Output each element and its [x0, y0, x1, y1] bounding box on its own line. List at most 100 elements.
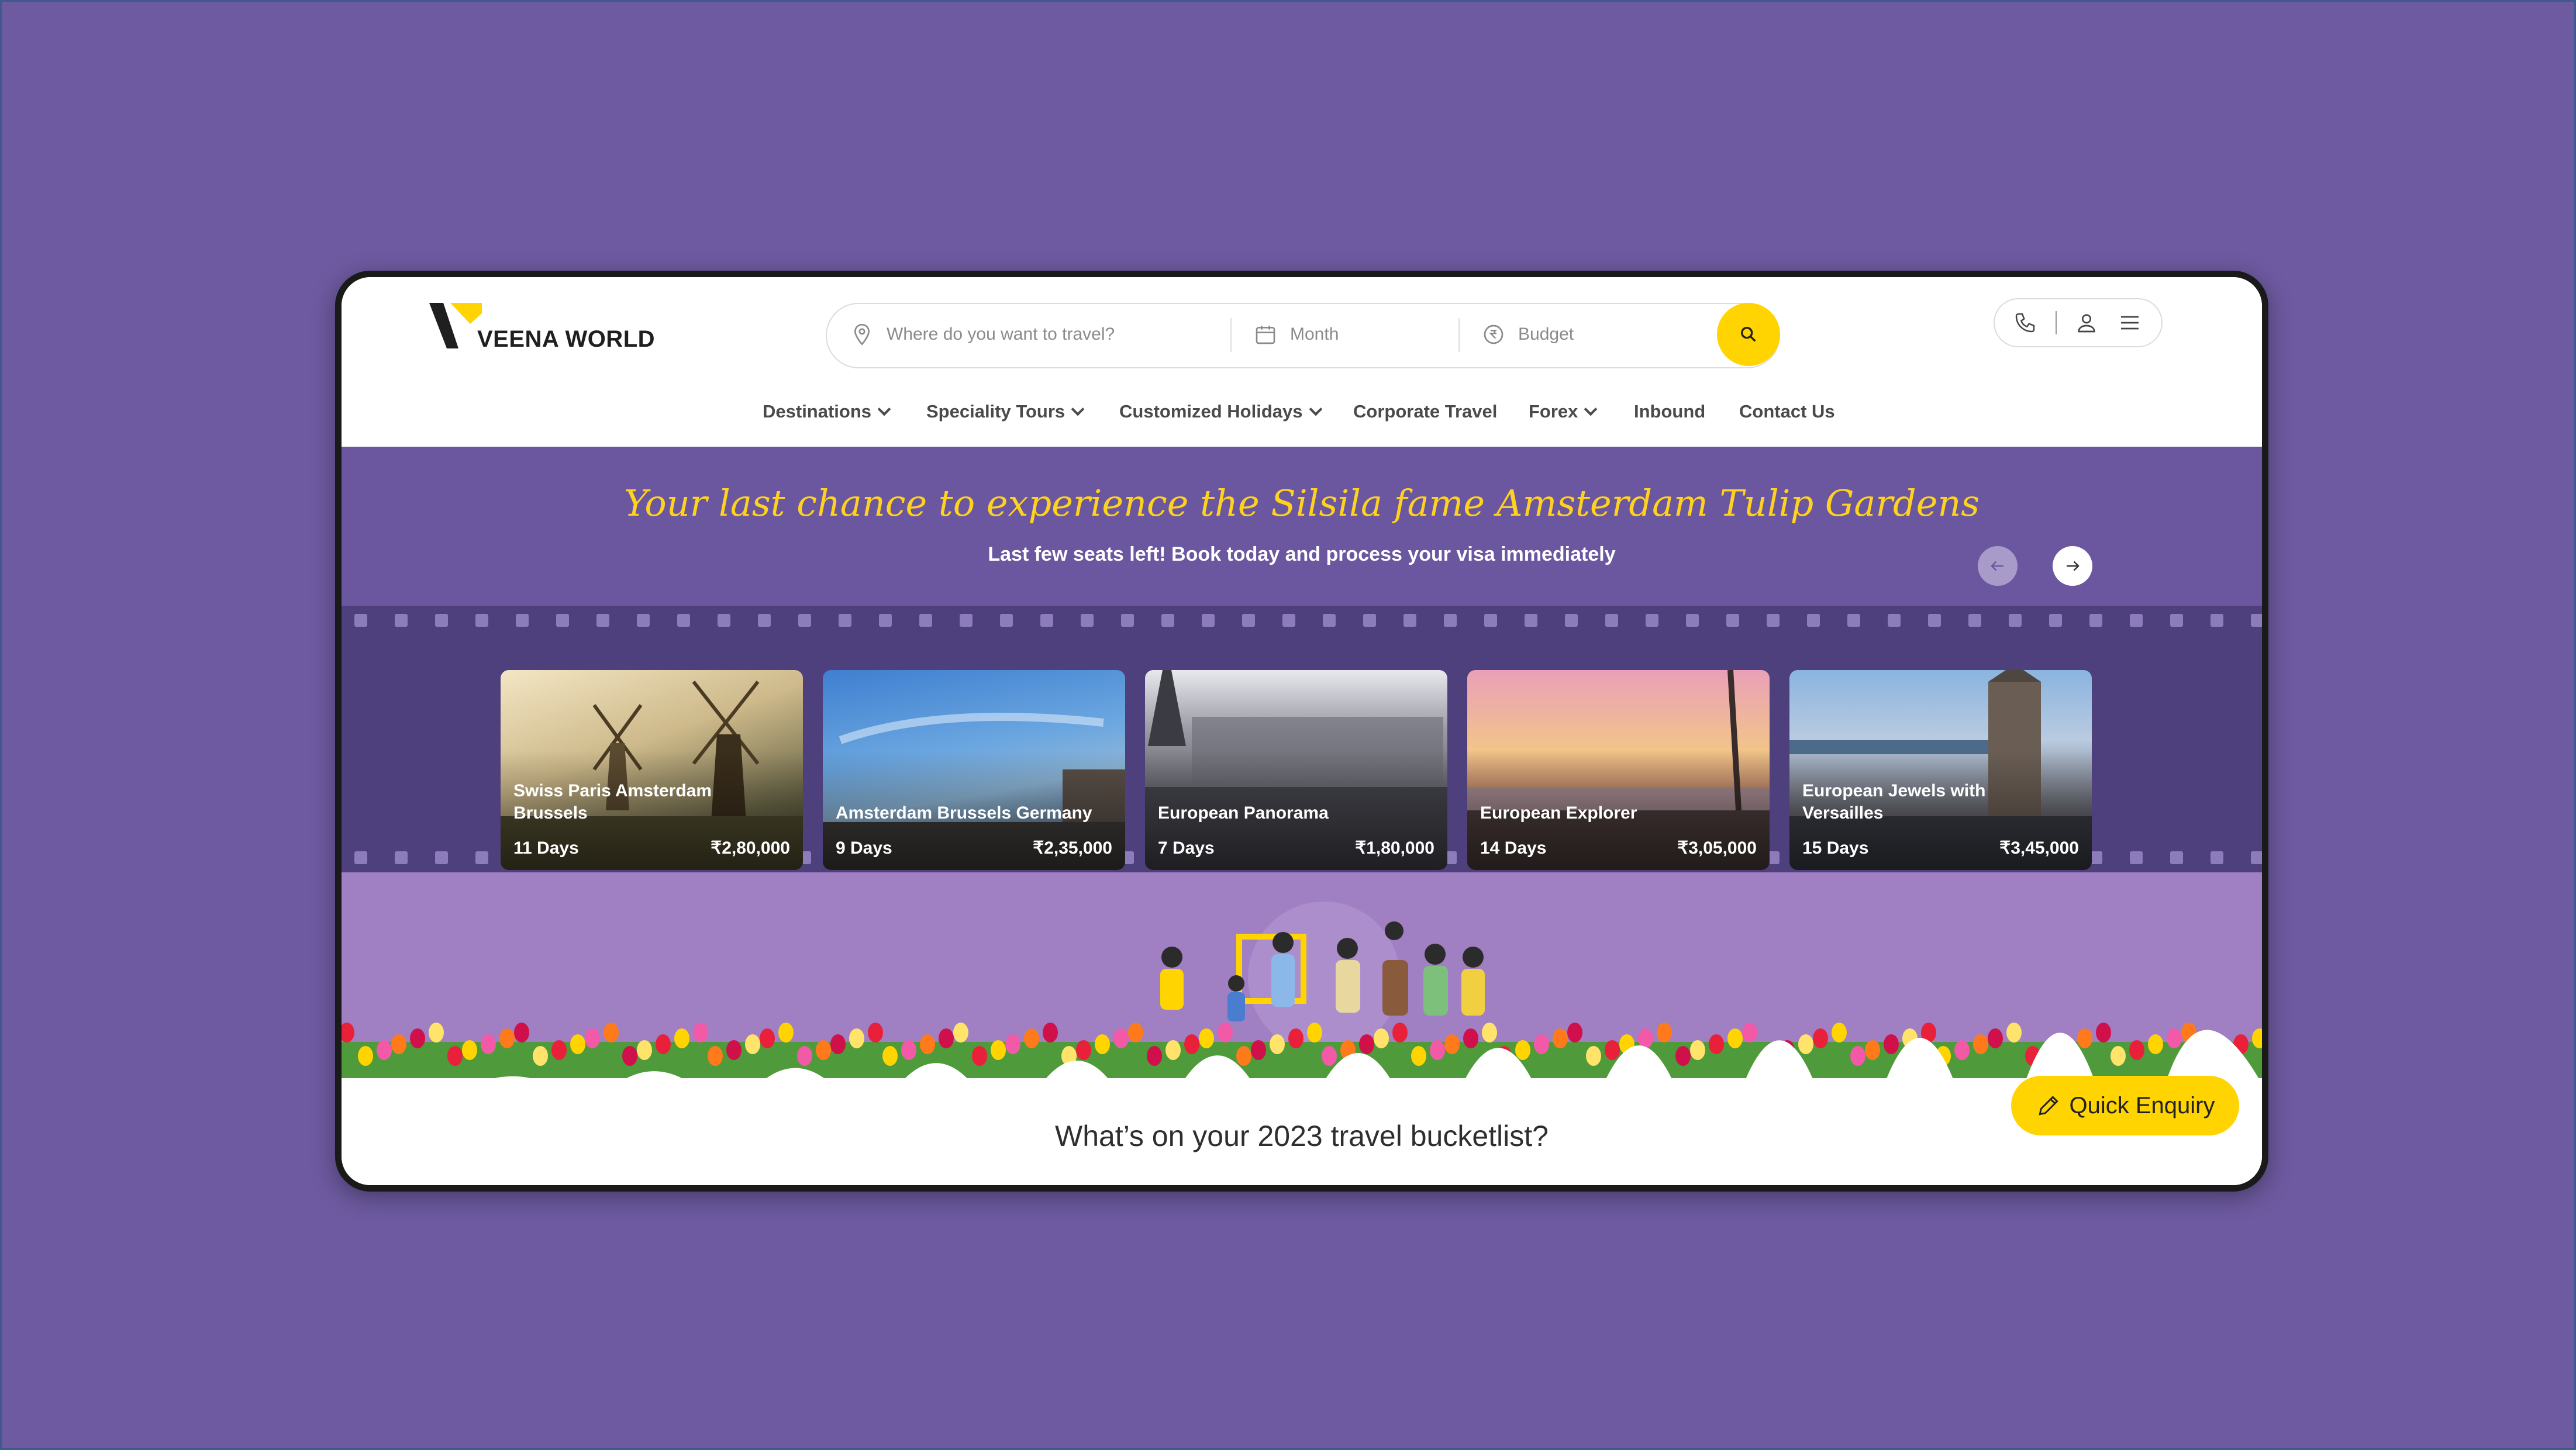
month-field[interactable]: Month — [1254, 304, 1453, 365]
nav-forex[interactable]: Forex — [1529, 401, 1598, 422]
film-hole — [1081, 614, 1094, 627]
site-header: VEENA WORLD Where do you want to travel?… — [342, 277, 2262, 447]
film-hole — [2130, 614, 2143, 627]
film-hole — [677, 614, 690, 627]
tour-price: ₹3,45,000 — [1999, 838, 2079, 858]
nav-speciality-tours[interactable]: Speciality Tours — [926, 401, 1085, 422]
tulip-flower — [1322, 1046, 1337, 1066]
tour-card[interactable]: European Explorer 14 Days ₹3,05,000 — [1467, 670, 1770, 870]
tulip-flower — [901, 1040, 916, 1060]
tulip-flower — [1973, 1034, 1988, 1054]
tulip-flower — [1236, 1046, 1251, 1066]
film-hole — [435, 851, 448, 864]
tour-days: 9 Days — [836, 838, 892, 858]
chevron-down-icon — [1309, 402, 1322, 416]
film-hole — [1363, 614, 1376, 627]
nav-label: Speciality Tours — [926, 401, 1065, 422]
tulip-flower — [1374, 1028, 1389, 1048]
tulip-flower — [868, 1023, 883, 1042]
tour-card[interactable]: Swiss Paris Amsterdam Brussels 11 Days ₹… — [501, 670, 803, 870]
destination-field[interactable]: Where do you want to travel? — [850, 304, 1213, 365]
tulip-flower — [1709, 1034, 1724, 1054]
film-hole — [758, 614, 771, 627]
tulip-flower — [1095, 1034, 1110, 1054]
tour-title: European Panorama — [1158, 803, 1329, 823]
film-hole — [1807, 614, 1820, 627]
tulip-flower — [1218, 1023, 1233, 1042]
tulip-flower — [410, 1028, 425, 1048]
film-hole — [2049, 614, 2062, 627]
tulip-flower — [708, 1046, 723, 1066]
utility-menu — [1994, 298, 2163, 347]
nav-destinations[interactable]: Destinations — [763, 401, 891, 422]
budget-placeholder: Budget — [1518, 324, 1574, 344]
film-hole — [879, 614, 892, 627]
film-hole — [718, 614, 730, 627]
tour-title: Swiss Paris Amsterdam Brussels — [513, 781, 712, 823]
tulip-flower — [1005, 1034, 1020, 1054]
nav-label: Contact Us — [1739, 401, 1835, 422]
search-icon — [1740, 326, 1756, 342]
nav-label: Customized Holidays — [1119, 401, 1303, 422]
tulip-flower — [1553, 1028, 1568, 1048]
rupee-icon — [1484, 324, 1503, 344]
menu-icon[interactable] — [2117, 311, 2143, 334]
film-hole — [1242, 614, 1255, 627]
brand-logo[interactable]: VEENA WORLD — [429, 301, 675, 359]
carousel-next-button[interactable] — [2053, 546, 2092, 586]
film-hole — [2211, 614, 2223, 627]
tour-card[interactable]: European Panorama 7 Days ₹1,80,000 — [1145, 670, 1447, 870]
tulip-flower — [585, 1028, 600, 1048]
chevron-down-icon — [877, 402, 891, 416]
film-hole — [2251, 614, 2262, 627]
film-hole — [1444, 614, 1457, 627]
quick-enquiry-button[interactable]: Quick Enquiry — [2011, 1076, 2239, 1135]
nav-corporate-travel[interactable]: Corporate Travel — [1353, 401, 1497, 422]
film-hole — [395, 851, 408, 864]
tulip-flower — [1359, 1034, 1374, 1054]
tulip-flower — [1270, 1034, 1285, 1054]
tulip-flower — [2148, 1034, 2163, 1054]
tulip-flower — [991, 1040, 1006, 1060]
tour-days: 11 Days — [513, 838, 579, 858]
promo-banner: Your last chance to experience the Silsi… — [342, 447, 2262, 606]
tulip-flower — [391, 1034, 406, 1054]
film-hole — [354, 614, 367, 627]
film-hole — [1282, 614, 1295, 627]
nav-customized-holidays[interactable]: Customized Holidays — [1119, 401, 1322, 422]
calendar-icon — [1256, 326, 1275, 344]
film-hole — [2009, 614, 2022, 627]
tour-days: 15 Days — [1802, 838, 1869, 858]
tulip-flower — [533, 1046, 548, 1066]
tulip-flower — [358, 1046, 373, 1066]
user-icon[interactable] — [2075, 311, 2098, 334]
nav-label: Inbound — [1634, 401, 1706, 422]
budget-field[interactable]: Budget — [1482, 304, 1704, 365]
main-nav: Destinations Speciality Tours Customized… — [342, 394, 2262, 435]
tulip-flower — [551, 1040, 567, 1060]
tulip-flower — [939, 1028, 954, 1048]
film-hole — [1968, 614, 1981, 627]
tulip-flower — [1954, 1040, 1970, 1060]
tour-card[interactable]: Amsterdam Brussels Germany 9 Days ₹2,35,… — [823, 670, 1125, 870]
film-hole — [354, 851, 367, 864]
tulip-flower — [1865, 1040, 1880, 1060]
film-hole — [1121, 614, 1134, 627]
phone-icon[interactable] — [2013, 311, 2037, 334]
tulip-flower — [499, 1028, 515, 1048]
tour-card[interactable]: European Jewels with Versailles 15 Days … — [1789, 670, 2092, 870]
tulip-flower — [693, 1023, 708, 1042]
tulip-flower — [1690, 1040, 1705, 1060]
arrow-left-icon — [1991, 561, 2003, 571]
logo-mark-icon — [429, 303, 482, 348]
tulip-flower — [1288, 1028, 1303, 1048]
tulip-flower — [726, 1040, 742, 1060]
tour-price: ₹1,80,000 — [1355, 838, 1434, 858]
nav-contact-us[interactable]: Contact Us — [1739, 401, 1835, 422]
search-button[interactable] — [1717, 303, 1780, 366]
nav-inbound[interactable]: Inbound — [1634, 401, 1705, 422]
carousel-prev-button[interactable] — [1978, 546, 2018, 586]
film-hole — [2130, 851, 2143, 864]
film-hole — [1646, 614, 1658, 627]
film-hole — [596, 614, 609, 627]
